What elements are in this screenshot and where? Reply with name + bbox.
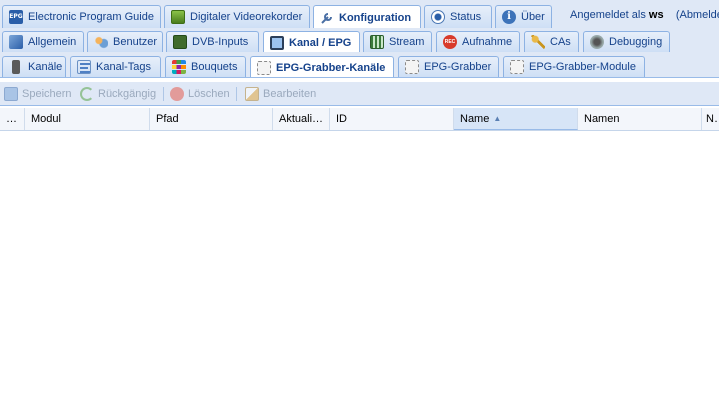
column-label: Aktuali… [279, 113, 324, 125]
column-header-namen[interactable]: Namen [578, 108, 702, 130]
users-icon [94, 35, 108, 49]
tab-epg[interactable]: EPG Electronic Program Guide [2, 5, 161, 28]
tab-status-label: Status [450, 11, 482, 23]
column-label: Namen [584, 113, 620, 125]
remote-icon [12, 60, 20, 74]
wrench-icon [320, 11, 334, 25]
delete-label: Löschen [188, 87, 230, 100]
grid-body[interactable] [0, 131, 719, 403]
delete-icon [170, 86, 184, 101]
eye-icon [431, 10, 445, 24]
column-header-modul[interactable]: Modul [25, 108, 150, 130]
tab-allgemein-label: Allgemein [28, 36, 77, 48]
column-label: ID [336, 113, 347, 125]
info-icon: i [502, 10, 516, 24]
tab-benutzer-label: Benutzer [113, 36, 158, 48]
main-tab-bar: EPG Electronic Program Guide Digitaler V… [0, 0, 719, 29]
channel-tab-bar: Kanäle Kanal-Tags Bouquets EPG-Grabber-K… [0, 52, 719, 78]
tab-epg-grabber-kanaele-label: EPG-Grabber-Kanäle [276, 61, 386, 74]
sort-ascending-icon: ▲ [493, 114, 502, 123]
tab-bouquets-label: Bouquets [191, 61, 238, 73]
tab-epg-grabber[interactable]: EPG-Grabber [398, 56, 499, 77]
tab-kanal-epg-label: Kanal / EPG [289, 36, 352, 49]
bug-icon [590, 35, 604, 49]
column-label: … [6, 113, 17, 125]
tab-epg-grabber-module[interactable]: EPG-Grabber-Module [503, 56, 645, 77]
tags-icon [77, 60, 91, 74]
grid-header: … Modul Pfad Aktuali… ID Name ▲ Namen N… [0, 108, 719, 131]
tab-stream-label: Stream [389, 36, 425, 48]
edit-icon [245, 86, 259, 101]
tab-dvr[interactable]: Digitaler Videorekorder [164, 5, 310, 28]
toolbar: Speichern Rückgängig Löschen Bearbeiten [0, 82, 719, 106]
tab-debugging[interactable]: Debugging [583, 31, 670, 52]
tab-kanaele[interactable]: Kanäle [2, 56, 66, 77]
tab-dvb-inputs[interactable]: DVB-Inputs [166, 31, 259, 52]
tab-stream[interactable]: Stream [363, 31, 432, 52]
tab-aufnahme-label: Aufnahme [462, 36, 513, 48]
user-name: ws [648, 9, 664, 21]
logout-link[interactable]: (Abmelden) [676, 9, 719, 21]
column-label: Modul [31, 113, 61, 125]
config-tab-bar: Allgemein Benutzer DVB-Inputs Kanal / EP… [0, 28, 719, 53]
grabber-icon [405, 60, 419, 74]
column-header-id[interactable]: ID [330, 108, 454, 130]
tools-icon [9, 35, 23, 49]
tab-aufnahme[interactable]: REC Aufnahme [436, 31, 520, 52]
key-icon [531, 35, 545, 49]
column-header-enabled[interactable]: … [0, 108, 25, 130]
column-label: Pfad [156, 113, 179, 125]
grabber-icon [510, 60, 524, 74]
column-label: Name [460, 112, 490, 125]
undo-icon [80, 86, 94, 101]
column-header-aktualisiert[interactable]: Aktuali… [273, 108, 330, 130]
save-icon [4, 86, 18, 101]
tab-konfiguration[interactable]: Konfiguration [313, 5, 421, 28]
grabber-icon [257, 60, 271, 75]
dvr-icon [171, 10, 185, 24]
tab-ueber-label: Über [521, 11, 545, 23]
tab-kanaele-label: Kanäle [28, 61, 63, 73]
edit-button[interactable]: Bearbeiten [245, 85, 316, 102]
dvb-card-icon [173, 35, 187, 49]
user-info: Angemeldet als ws (Abmelden) [570, 9, 719, 21]
tab-ueber[interactable]: i Über [495, 5, 552, 28]
tab-benutzer[interactable]: Benutzer [87, 31, 163, 52]
tab-konfiguration-label: Konfiguration [339, 11, 412, 24]
toolbar-separator [236, 87, 237, 101]
tab-epg-grabber-label: EPG-Grabber [424, 61, 492, 73]
tab-epg-grabber-kanaele[interactable]: EPG-Grabber-Kanäle [250, 56, 394, 77]
tab-dvb-inputs-label: DVB-Inputs [192, 36, 249, 48]
edit-label: Bearbeiten [263, 87, 317, 100]
column-header-pfad[interactable]: Pfad [150, 108, 273, 130]
tab-epg-grabber-module-label: EPG-Grabber-Module [529, 61, 636, 73]
epg-icon: EPG [9, 10, 23, 24]
rec-icon: REC [443, 35, 457, 49]
tab-bouquets[interactable]: Bouquets [165, 56, 246, 77]
column-header-nummer[interactable]: N… [702, 108, 719, 130]
delete-button[interactable]: Löschen [170, 85, 230, 102]
save-button[interactable]: Speichern [4, 85, 72, 102]
tab-debugging-label: Debugging [609, 36, 663, 48]
tab-allgemein[interactable]: Allgemein [2, 31, 84, 52]
bouquet-icon [172, 60, 186, 74]
undo-button[interactable]: Rückgängig [80, 85, 156, 102]
column-header-name[interactable]: Name ▲ [454, 108, 578, 130]
tab-dvr-label: Digitaler Videorekorder [190, 11, 303, 23]
tab-kanal-epg[interactable]: Kanal / EPG [263, 31, 360, 52]
save-label: Speichern [22, 87, 72, 100]
toolbar-separator [163, 87, 164, 101]
tab-kanal-tags-label: Kanal-Tags [96, 61, 152, 73]
tab-kanal-tags[interactable]: Kanal-Tags [70, 56, 161, 77]
tab-epg-label: Electronic Program Guide [28, 11, 154, 23]
column-label: N… [706, 113, 719, 125]
tab-status[interactable]: Status [424, 5, 492, 28]
tab-cas-label: CAs [550, 36, 571, 48]
stream-icon [370, 35, 384, 49]
undo-label: Rückgängig [98, 87, 157, 100]
user-prefix: Angemeldet als [570, 9, 646, 21]
tab-cas[interactable]: CAs [524, 31, 579, 52]
tv-icon [270, 35, 284, 50]
